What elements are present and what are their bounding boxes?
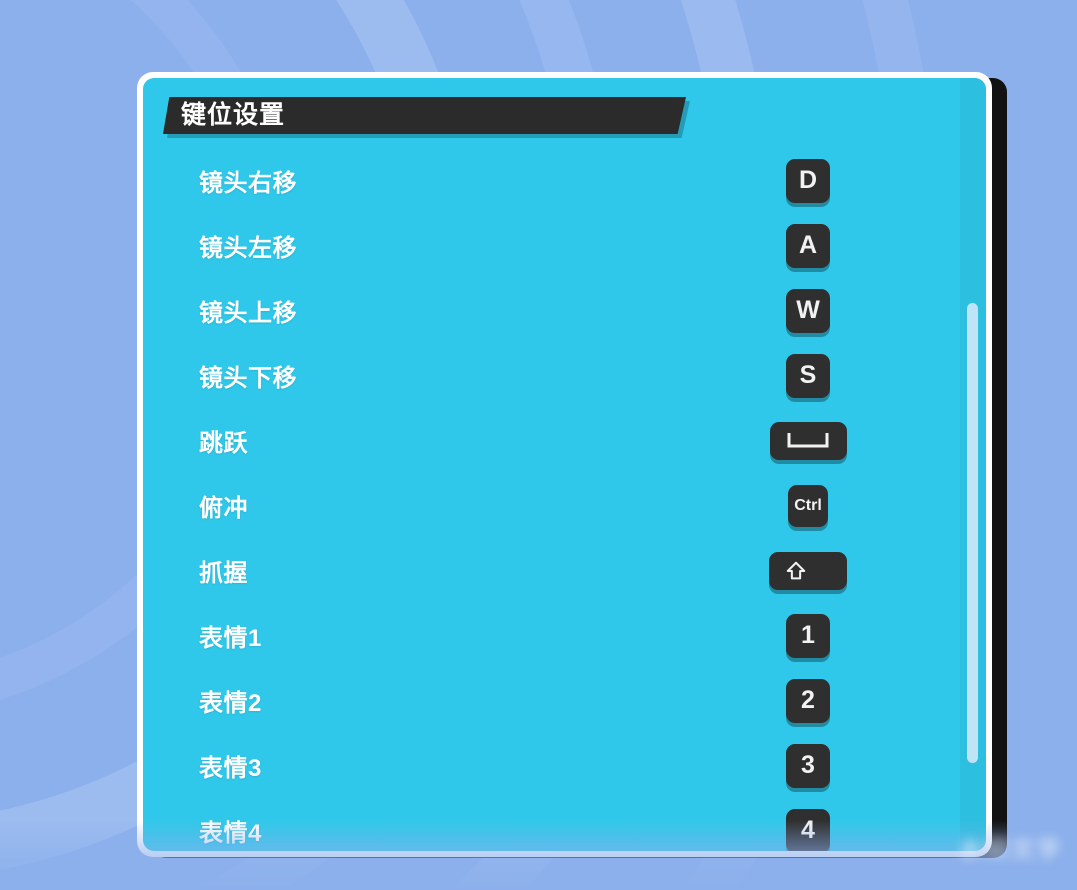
key-binding-row[interactable]: 镜头右移 D — [143, 148, 986, 213]
binding-label: 镜头下移 — [199, 365, 297, 392]
key-a[interactable]: A — [786, 223, 830, 268]
key-slot: Ctrl — [758, 484, 858, 527]
key-binding-row[interactable]: 表情4 4 — [143, 798, 986, 851]
key-slot — [758, 421, 858, 460]
scrollbar-track[interactable] — [960, 78, 986, 851]
key-binding-row[interactable]: 表情1 1 — [143, 603, 986, 668]
key-3[interactable]: 3 — [786, 743, 830, 788]
key-slot: 3 — [758, 743, 858, 788]
scrollbar-thumb[interactable] — [967, 303, 978, 763]
key-shift[interactable] — [769, 551, 847, 590]
key-slot: A — [758, 223, 858, 268]
key-space[interactable] — [769, 421, 847, 460]
key-binding-row[interactable]: 跳跃 — [143, 408, 986, 473]
key-slot: S — [758, 353, 858, 398]
binding-label: 表情3 — [199, 755, 262, 782]
key-binding-row[interactable]: 俯冲 Ctrl — [143, 473, 986, 538]
keycap-label: S — [799, 361, 817, 389]
keycap-label: Ctrl — [794, 496, 822, 514]
key-s[interactable]: S — [786, 353, 830, 398]
key-2[interactable]: 2 — [786, 678, 830, 723]
key-binding-row[interactable]: 镜头下移 S — [143, 343, 986, 408]
key-binding-list[interactable]: 镜头右移 D 镜头左移 A 镜头上移 W 镜头下移 S 跳跃 俯冲 Ctrl 抓握 表情1 1 表情2 2 表情… — [143, 148, 986, 851]
binding-label: 表情4 — [199, 820, 262, 847]
binding-label: 镜头右移 — [199, 170, 297, 197]
key-settings-panel: 键位设置 镜头右移 D 镜头左移 A 镜头上移 W 镜头下移 S 跳跃 俯冲 Ctrl 抓握 表情1 1 表… — [137, 72, 992, 857]
key-binding-row[interactable]: 镜头左移 A — [143, 213, 986, 278]
key-4[interactable]: 4 — [786, 808, 830, 851]
key-binding-row[interactable]: 抓握 — [143, 538, 986, 603]
key-1[interactable]: 1 — [786, 613, 830, 658]
panel-body: 键位设置 镜头右移 D 镜头左移 A 镜头上移 W 镜头下移 S 跳跃 俯冲 Ctrl 抓握 表情1 1 表… — [143, 78, 986, 851]
key-binding-row[interactable]: 表情2 2 — [143, 668, 986, 733]
binding-label: 抓握 — [199, 560, 248, 587]
space-bar-icon — [787, 432, 829, 449]
keycap-label: 4 — [801, 816, 815, 844]
binding-label: 俯冲 — [199, 495, 248, 522]
page-title: 键位设置 — [181, 101, 286, 129]
binding-label: 镜头左移 — [199, 235, 297, 262]
binding-label: 跳跃 — [199, 430, 248, 457]
key-slot: 4 — [758, 808, 858, 851]
shift-arrow-icon — [785, 560, 807, 582]
key-ctrl[interactable]: Ctrl — [788, 484, 828, 527]
key-binding-row[interactable]: 表情3 3 — [143, 733, 986, 798]
key-slot: 1 — [758, 613, 858, 658]
binding-label: 表情1 — [199, 625, 262, 652]
key-slot: D — [758, 158, 858, 203]
key-slot: 2 — [758, 678, 858, 723]
key-slot — [758, 551, 858, 590]
keycap-label: D — [798, 166, 818, 194]
key-d[interactable]: D — [786, 158, 830, 203]
key-w[interactable]: W — [786, 288, 830, 333]
keycap-label: 2 — [801, 686, 815, 714]
binding-label: 镜头上移 — [199, 300, 297, 327]
keycap-label: 1 — [801, 621, 815, 649]
key-slot: W — [758, 288, 858, 333]
title-banner: 键位设置 — [163, 97, 686, 134]
keycap-label: 3 — [801, 751, 815, 779]
key-binding-row[interactable]: 镜头上移 W — [143, 278, 986, 343]
keycap-label: W — [796, 296, 820, 324]
keycap-label: A — [798, 231, 818, 259]
binding-label: 表情2 — [199, 690, 262, 717]
